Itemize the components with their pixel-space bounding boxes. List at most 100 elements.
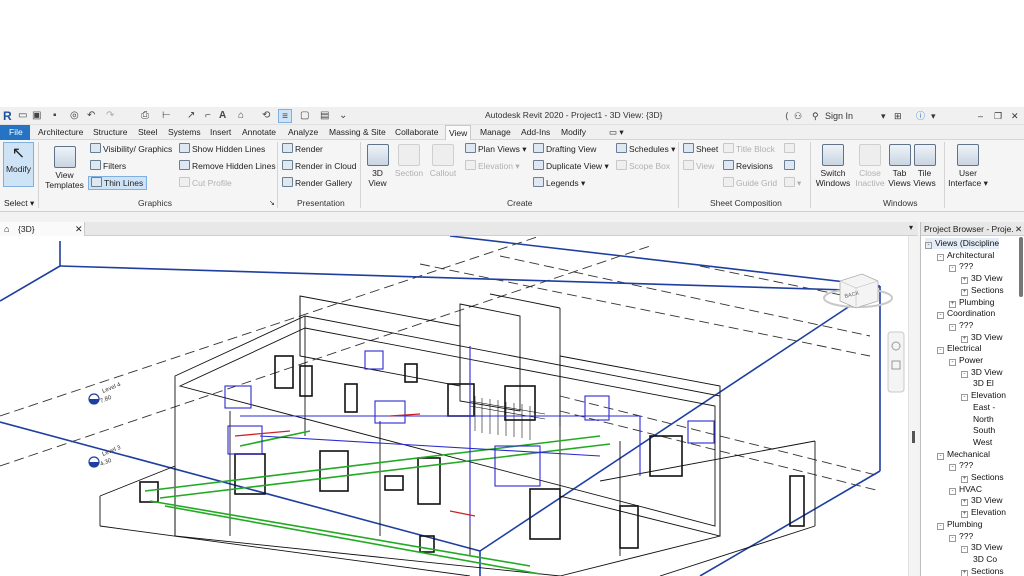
tree-node[interactable]: + Sections [961, 566, 1004, 576]
collapse-icon[interactable]: - [949, 265, 956, 273]
tab-structure[interactable]: Structure [90, 126, 131, 139]
tree-node[interactable]: -??? [949, 460, 973, 472]
contextual-tab-toggle-icon[interactable]: ▭ ▾ [606, 126, 627, 139]
collapse-icon[interactable]: - [937, 452, 944, 460]
redo-icon[interactable]: ↷ [106, 109, 114, 123]
viewports-icon[interactable]: ▾ [784, 177, 801, 189]
print-icon[interactable]: ⎙ [141, 109, 149, 123]
close-inactive-button[interactable]: Close Inactive [853, 144, 887, 188]
collapse-icon[interactable]: - [949, 534, 956, 542]
tab-massing-site[interactable]: Massing & Site [326, 126, 389, 139]
tree-node[interactable]: - Plumbing [937, 519, 982, 530]
view-cube[interactable]: BACK [823, 273, 893, 309]
collapse-icon[interactable]: - [961, 546, 968, 554]
collapse-icon[interactable]: - [937, 253, 944, 261]
expand-icon[interactable]: + [961, 499, 968, 507]
tree-node[interactable]: West [973, 437, 992, 448]
viewport-scrollbar[interactable] [908, 236, 918, 576]
dimension-icon[interactable]: ↗ [187, 109, 195, 123]
collapse-icon[interactable]: - [949, 464, 956, 472]
tree-node[interactable]: -??? [949, 531, 973, 542]
tag-icon[interactable]: ⌐ [205, 109, 211, 123]
user-icon[interactable]: ⚲ [812, 109, 819, 123]
folder-icon[interactable]: ▣ [32, 109, 41, 123]
cart-icon[interactable]: ⊞ [894, 109, 902, 123]
tree-node[interactable]: -??? [949, 261, 973, 273]
tree-node[interactable]: -??? [949, 320, 973, 331]
binoculars-icon[interactable]: ⚇ [794, 109, 802, 123]
tree-node[interactable]: - Power [949, 355, 983, 366]
sync-icon[interactable]: ◎ [70, 109, 79, 123]
project-browser-close-icon[interactable]: ✕ [1014, 222, 1023, 235]
tab-collaborate[interactable]: Collaborate [392, 126, 441, 139]
tree-node[interactable]: + Sections [961, 472, 1004, 483]
expand-icon[interactable]: + [961, 476, 968, 483]
navigation-bar[interactable] [887, 331, 905, 393]
filters-button[interactable]: Filters [90, 160, 126, 172]
thin-lines-button[interactable]: Thin Lines [88, 176, 148, 190]
tab-insert[interactable]: Insert [207, 126, 234, 139]
expand-icon[interactable]: + [961, 569, 968, 576]
tab-file[interactable]: File [0, 125, 30, 140]
tree-node[interactable]: North [973, 414, 994, 425]
tree-node[interactable]: +3D View [961, 495, 1003, 507]
close-view-tab-icon[interactable]: ✕ [75, 222, 83, 236]
matchline-icon[interactable] [784, 143, 797, 155]
tree-node[interactable]: East - [973, 402, 995, 413]
view-templates-button[interactable]: View Templates [42, 146, 87, 190]
view-tab-3d[interactable]: ⌂ {3D} ✕ [0, 222, 85, 236]
default-3d-icon[interactable]: ⌂ [238, 109, 244, 123]
user-interface-button[interactable]: User Interface ▾ [948, 144, 988, 188]
tab-analyze[interactable]: Analyze [285, 126, 321, 139]
collapse-icon[interactable]: - [949, 323, 956, 331]
scope-box-button[interactable]: Scope Box [616, 160, 670, 172]
tree-node[interactable]: - Architectural [937, 250, 994, 261]
collapse-icon[interactable]: - [949, 359, 956, 366]
tab-view[interactable]: View [445, 125, 472, 141]
collapse-icon[interactable]: - [937, 312, 944, 320]
expand-icon[interactable]: + [961, 277, 968, 285]
tree-node[interactable]: +3D View [961, 273, 1003, 285]
visibility-graphics-button[interactable]: Visibility/ Graphics [90, 143, 172, 155]
tree-node[interactable]: + Elevation [961, 507, 1006, 519]
sign-in-link[interactable]: Sign In [825, 109, 853, 123]
place-view-button[interactable]: View [683, 160, 714, 172]
tile-views-button[interactable]: Tile Views [912, 144, 937, 188]
sign-in-dropdown-icon[interactable]: ▾ [881, 109, 886, 123]
tab-systems[interactable]: Systems [165, 126, 204, 139]
section-button[interactable]: Section [393, 144, 425, 178]
tree-node[interactable]: + Plumbing [949, 297, 994, 308]
tree-node[interactable]: -3D View [961, 367, 1003, 378]
tree-node[interactable]: +3D View [961, 332, 1003, 343]
tree-node[interactable]: 3D El [973, 378, 994, 389]
guide-grid-button[interactable]: Guide Grid [723, 177, 777, 189]
title-block-button[interactable]: Title Block [723, 143, 775, 155]
help-icon[interactable]: ⓘ [916, 109, 925, 123]
tree-node[interactable]: - Elevation [961, 390, 1006, 402]
expand-icon[interactable]: + [961, 511, 968, 519]
elevation-button[interactable]: Elevation ▾ [465, 160, 520, 172]
collapse-icon[interactable]: - [937, 522, 944, 530]
tree-node[interactable]: - HVAC [949, 484, 982, 495]
collapse-icon[interactable]: - [937, 347, 944, 355]
collapse-icon[interactable]: - [925, 242, 932, 249]
sections-icon[interactable]: ⟲ [262, 109, 270, 123]
tab-architecture[interactable]: Architecture [35, 126, 86, 139]
tree-node[interactable]: - Mechanical [937, 449, 990, 460]
remove-hidden-lines-button[interactable]: Remove Hidden Lines [179, 160, 276, 172]
tree-node[interactable]: - Electrical [937, 343, 981, 355]
close-hidden-icon[interactable]: ▢ [300, 109, 309, 123]
collapse-icon[interactable]: - [949, 487, 956, 495]
tree-node[interactable]: 3D Co [973, 554, 997, 565]
callout-button[interactable]: Callout [427, 144, 459, 178]
expand-icon[interactable]: + [961, 335, 968, 343]
tab-views-button[interactable]: Tab Views [887, 144, 912, 188]
tree-node[interactable]: - Coordination [937, 308, 995, 320]
drafting-view-button[interactable]: Drafting View [533, 143, 596, 155]
tree-node[interactable]: + Sections [961, 285, 1004, 296]
tab-steel[interactable]: Steel [135, 126, 160, 139]
switch-windows-qa-icon[interactable]: ▤ [320, 109, 329, 123]
render-button[interactable]: Render [282, 143, 323, 155]
tab-manage[interactable]: Manage [477, 126, 514, 139]
project-browser-scrollbar[interactable] [1019, 237, 1023, 297]
